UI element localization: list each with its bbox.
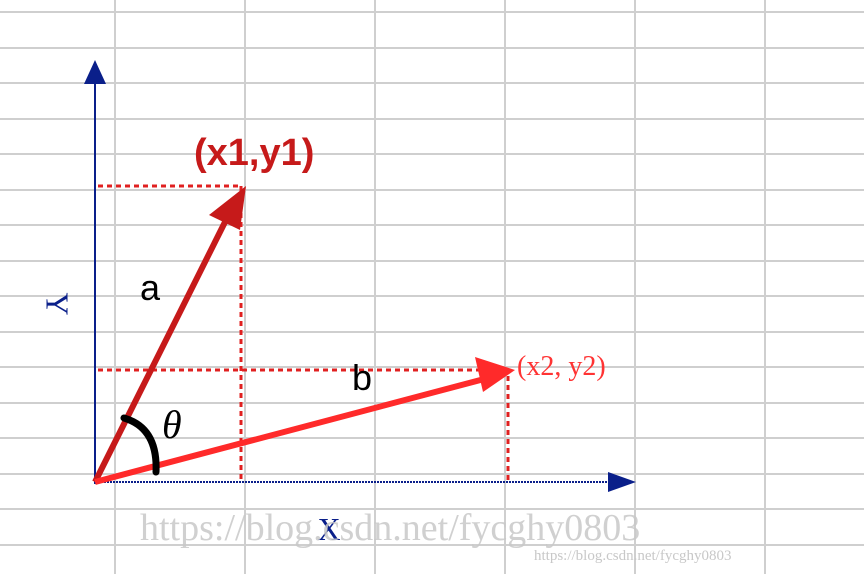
vector-a-arrowhead bbox=[209, 186, 246, 230]
watermark-large: https://blog.csdn.net/fycghy0803 bbox=[140, 507, 640, 549]
background-grid bbox=[0, 0, 864, 574]
watermark-small: https://blog.csdn.net/fycghy0803 bbox=[534, 548, 731, 564]
angle-arc bbox=[120, 414, 160, 476]
vector-a-label: a bbox=[140, 267, 161, 308]
point2-label: (x2, y2) bbox=[517, 351, 606, 382]
angle-label: θ bbox=[162, 402, 182, 447]
vector-angle-diagram: Y X (x1,y1) (x2, y2) a b θ https://blog.… bbox=[0, 0, 864, 574]
y-axis-label: Y bbox=[40, 292, 76, 315]
point1-label: (x1,y1) bbox=[194, 132, 314, 174]
y-axis-arrowhead bbox=[84, 60, 106, 84]
vector-b-label: b bbox=[352, 357, 372, 398]
